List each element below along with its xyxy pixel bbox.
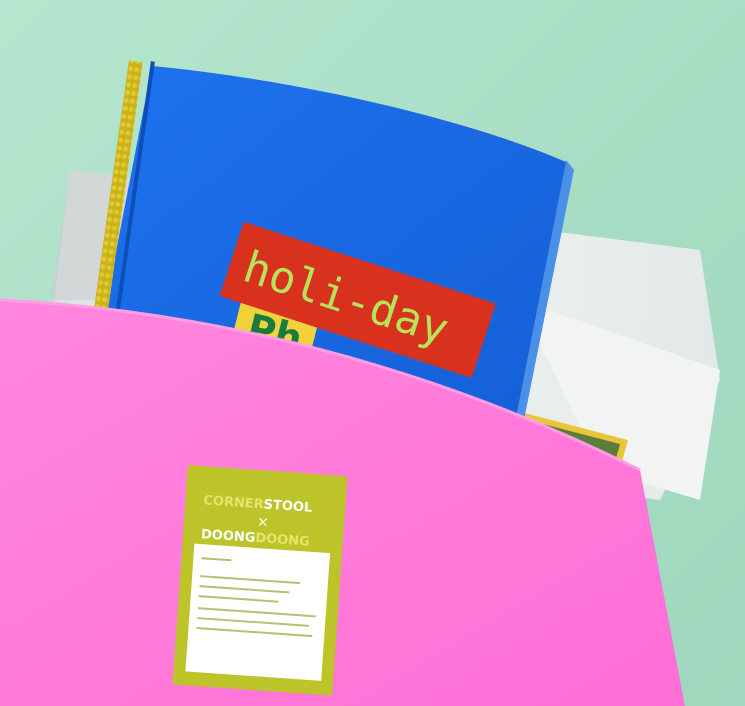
photo-illustration: Ph holi-day CORNERSTOOL × DOONGDOONG <box>0 60 720 706</box>
sticker-times: × <box>256 514 269 531</box>
product-photo: Ph holi-day CORNERSTOOL × DOONGDOONG <box>0 0 745 706</box>
brand-sticker: CORNERSTOOL × DOONGDOONG <box>172 465 348 696</box>
